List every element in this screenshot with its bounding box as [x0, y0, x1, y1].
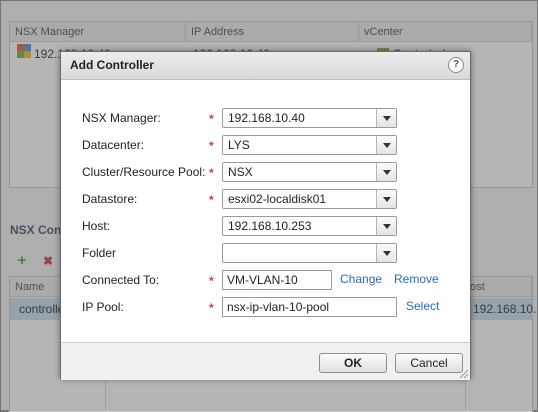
chevron-down-icon[interactable]	[376, 163, 396, 181]
resize-grip-icon[interactable]	[460, 370, 468, 378]
cluster-select[interactable]: NSX	[222, 162, 397, 182]
ip-pool-value: nsx-ip-vlan-10-pool	[227, 300, 330, 314]
datacenter-label: Datacenter:	[82, 138, 145, 152]
required-marker: *	[209, 112, 214, 126]
datacenter-select[interactable]: LYS	[222, 135, 397, 155]
add-controller-dialog: Add Controller ? NSX Manager: * 192.168.…	[60, 51, 471, 380]
host-value: 192.168.10.253	[228, 219, 312, 233]
chevron-down-icon[interactable]	[376, 109, 396, 127]
nsx-manager-label: NSX Manager:	[82, 111, 161, 125]
chevron-down-icon[interactable]	[376, 244, 396, 262]
datastore-label: Datastore:	[82, 192, 138, 206]
cancel-button[interactable]: Cancel	[395, 353, 463, 373]
remove-link[interactable]: Remove	[394, 272, 439, 286]
dialog-header: Add Controller ?	[61, 52, 470, 80]
connected-to-label: Connected To:	[82, 273, 160, 287]
required-marker: *	[209, 274, 214, 288]
ok-button[interactable]: OK	[319, 353, 387, 373]
connected-to-field[interactable]: VM-VLAN-10	[222, 270, 332, 290]
ip-pool-field[interactable]: nsx-ip-vlan-10-pool	[222, 297, 397, 317]
folder-select[interactable]	[222, 243, 397, 263]
dialog-body: NSX Manager: * 192.168.10.40 Datacenter:…	[61, 80, 470, 342]
chevron-down-icon[interactable]	[376, 217, 396, 235]
change-link[interactable]: Change	[340, 272, 382, 286]
cluster-label: Cluster/Resource Pool:	[82, 165, 206, 179]
nsx-manager-select[interactable]: 192.168.10.40	[222, 108, 397, 128]
nsx-manager-value: 192.168.10.40	[228, 111, 305, 125]
ip-pool-label: IP Pool:	[82, 300, 124, 314]
required-marker: *	[209, 301, 214, 315]
required-marker: *	[209, 166, 214, 180]
host-label: Host:	[82, 219, 111, 233]
dialog-title: Add Controller	[70, 58, 154, 72]
datacenter-value: LYS	[228, 138, 250, 152]
host-select[interactable]: 192.168.10.253	[222, 216, 397, 236]
datastore-value: esxi02-localdisk01	[228, 192, 327, 206]
help-icon[interactable]: ?	[448, 57, 464, 73]
folder-label: Folder	[82, 246, 117, 260]
required-marker: *	[209, 193, 214, 207]
datastore-select[interactable]: esxi02-localdisk01	[222, 189, 397, 209]
required-marker: *	[209, 139, 214, 153]
connected-to-value: VM-VLAN-10	[227, 273, 298, 287]
chevron-down-icon[interactable]	[376, 190, 396, 208]
chevron-down-icon[interactable]	[376, 136, 396, 154]
select-link[interactable]: Select	[406, 299, 439, 313]
cluster-value: NSX	[228, 165, 253, 179]
dialog-footer: OK Cancel	[61, 342, 470, 380]
